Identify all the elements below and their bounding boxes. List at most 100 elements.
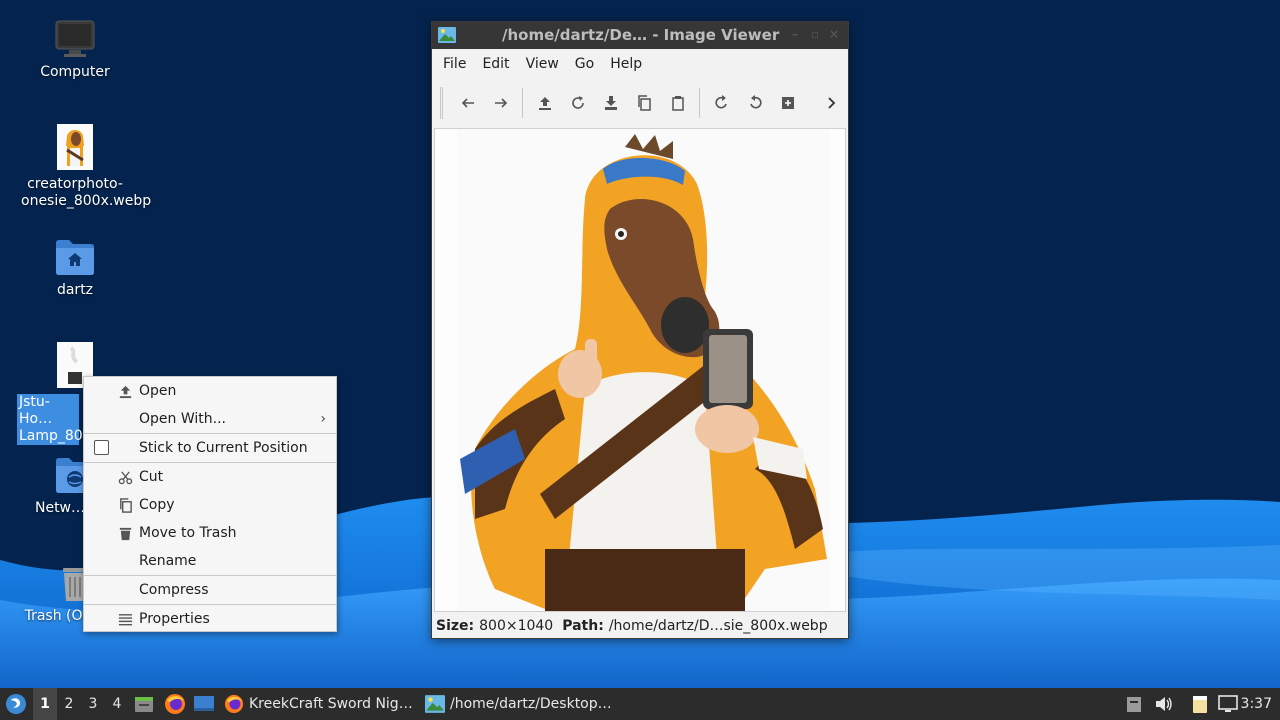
open-button[interactable] <box>528 88 561 118</box>
toolbar <box>432 79 848 127</box>
menu-item-open[interactable]: Open <box>84 377 336 405</box>
overflow-button[interactable] <box>815 88 848 118</box>
desktop-icon-label: Computer <box>40 64 110 80</box>
cut-icon <box>118 470 133 485</box>
menu-item-copy[interactable]: Copy <box>84 491 336 519</box>
task-image-viewer[interactable]: /home/dartz/Desktop… <box>425 688 612 720</box>
trash-icon <box>118 526 133 541</box>
copy-icon <box>118 498 133 513</box>
desktop-icon-label: creatorphoto-onesie_800x.webp <box>21 176 152 209</box>
save-icon <box>605 96 618 110</box>
window-titlebar[interactable]: /home/dartz/De… - Image Viewer – ▫ × <box>432 22 848 49</box>
firefox-icon <box>224 694 244 714</box>
menu-go[interactable]: Go <box>567 56 602 72</box>
copy-button[interactable] <box>628 88 661 118</box>
copy-icon <box>638 95 652 111</box>
minimize-button[interactable]: – <box>788 27 802 41</box>
launcher-file-manager[interactable] <box>134 688 154 720</box>
image-thumbnail-icon <box>57 124 93 170</box>
workspace-switcher: 1 2 3 4 <box>33 688 129 720</box>
file-manager-icon <box>135 697 153 712</box>
image-viewer-icon <box>438 27 456 43</box>
close-button[interactable]: × <box>827 27 841 41</box>
workspace-3[interactable]: 3 <box>81 696 105 712</box>
menu-item-move-to-trash[interactable]: Move to Trash <box>84 519 336 547</box>
menu-item-open-with[interactable]: Open With... › <box>84 405 336 433</box>
rotate-right-button[interactable] <box>705 88 738 118</box>
menu-item-properties[interactable]: Properties <box>84 605 336 633</box>
displayed-image <box>457 129 829 611</box>
tray-volume[interactable] <box>1154 688 1174 720</box>
desktop-icon-label: Netw… <box>34 500 86 516</box>
open-icon <box>538 97 551 110</box>
clipboard-icon <box>1127 697 1141 712</box>
desktop-icon-creatorphoto[interactable]: creatorphoto-onesie_800x.webp <box>16 124 152 210</box>
firefox-icon <box>165 694 185 714</box>
tray-notes[interactable] <box>1190 688 1210 720</box>
back-icon <box>461 98 474 108</box>
task-label: /home/dartz/Desktop… <box>450 696 612 712</box>
fit-icon <box>782 97 795 109</box>
statusbar: Size: 800×1040 Path: /home/dartz/D…sie_8… <box>432 613 848 638</box>
desktop-icon-computer[interactable]: Computer <box>16 20 134 81</box>
menu-item-cut[interactable]: Cut <box>84 463 336 491</box>
volume-icon <box>1156 697 1172 711</box>
image-viewer-window[interactable]: /home/dartz/De… - Image Viewer – ▫ × Fil… <box>431 21 849 639</box>
toolbar-separator <box>699 88 701 118</box>
notes-icon <box>1193 696 1207 713</box>
start-menu-button[interactable] <box>4 688 28 720</box>
menubar: File Edit View Go Help <box>432 49 848 79</box>
workspace-4[interactable]: 4 <box>105 696 129 712</box>
desktop-icon-dartz[interactable]: dartz <box>16 238 134 299</box>
computer-icon <box>55 20 95 60</box>
home-folder-icon <box>55 238 95 278</box>
menu-item-rename[interactable]: Rename <box>84 547 336 575</box>
context-menu: Open Open With... › Stick to Current Pos… <box>83 376 337 632</box>
tray-network[interactable] <box>1217 688 1239 720</box>
workspace-2[interactable]: 2 <box>57 696 81 712</box>
menu-edit[interactable]: Edit <box>474 56 517 72</box>
reload-icon <box>572 96 584 109</box>
rotate-left-button[interactable] <box>738 88 771 118</box>
path-value: /home/dartz/D…sie_800x.webp <box>608 617 828 634</box>
paste-icon <box>671 96 684 111</box>
launcher-firefox[interactable] <box>164 688 186 720</box>
show-desktop-icon <box>194 696 214 711</box>
desktop-icon-label: Jstu-Ho… Lamp_80… <box>17 394 97 445</box>
window-title: /home/dartz/De… - Image Viewer <box>502 26 780 44</box>
task-label: KreekCraft Sword Nig… <box>249 696 413 712</box>
stick-checkbox[interactable] <box>94 440 109 455</box>
image-viewer-icon <box>425 695 445 713</box>
fit-button[interactable] <box>772 88 805 118</box>
paste-button[interactable] <box>661 88 694 118</box>
clock[interactable]: 3:37 <box>1241 696 1272 712</box>
desktop-icon-label: dartz <box>56 282 94 298</box>
launcher-desktop[interactable] <box>193 688 215 720</box>
save-button[interactable] <box>595 88 628 118</box>
reload-button[interactable] <box>562 88 595 118</box>
toolbar-separator <box>522 88 524 118</box>
menu-file[interactable]: File <box>435 56 474 72</box>
properties-icon <box>118 612 133 627</box>
forward-button[interactable] <box>484 88 517 118</box>
rotate-right-icon <box>715 95 727 109</box>
workspace-1[interactable]: 1 <box>33 688 57 720</box>
menu-help[interactable]: Help <box>602 56 650 72</box>
menu-view[interactable]: View <box>518 56 567 72</box>
size-value: 800×1040 <box>479 617 554 634</box>
back-button[interactable] <box>451 88 484 118</box>
menu-item-stick-position[interactable]: Stick to Current Position <box>84 434 336 462</box>
size-label: Size: <box>436 617 475 634</box>
menu-item-compress[interactable]: Compress <box>84 576 336 604</box>
tray-clipboard[interactable] <box>1126 688 1142 720</box>
rotate-left-icon <box>750 95 762 109</box>
task-firefox[interactable]: KreekCraft Sword Nig… <box>224 688 413 720</box>
open-icon <box>118 384 133 399</box>
chevron-right-icon <box>828 97 836 109</box>
maximize-button[interactable]: ▫ <box>808 27 822 41</box>
path-label: Path: <box>562 617 604 634</box>
network-icon <box>1218 695 1238 712</box>
taskbar: 1 2 3 4 KreekCraft Sword Nig… /home/dart… <box>0 688 1280 720</box>
toolbar-grip[interactable] <box>440 87 443 119</box>
image-viewport[interactable] <box>434 128 846 612</box>
